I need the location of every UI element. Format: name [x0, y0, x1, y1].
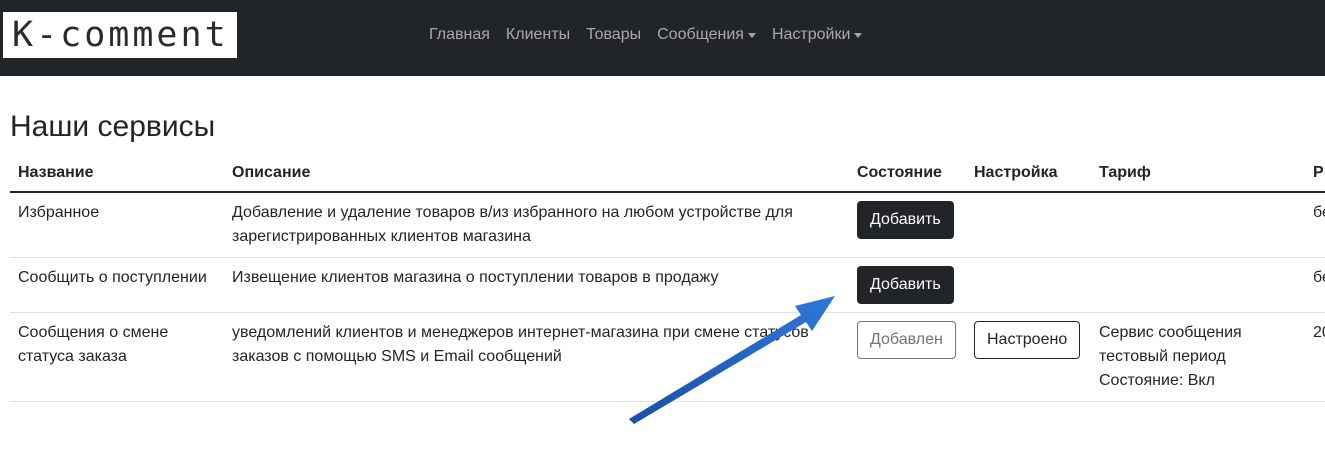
configured-button[interactable]: Настроено [974, 321, 1081, 359]
tariff-line: тестовый период [1099, 348, 1226, 365]
top-navbar: K-comment Главная Клиенты Товары Сообщен… [0, 0, 1325, 76]
column-header-status: Состояние [849, 154, 966, 193]
service-extra-cell: 20 [1305, 312, 1325, 402]
column-header-tariff: Тариф [1091, 154, 1305, 193]
brand-logo[interactable]: K-comment [3, 12, 237, 58]
page-title: Наши сервисы [10, 110, 216, 143]
column-header-extra: Р [1305, 154, 1325, 193]
service-name: Избранное [10, 192, 224, 258]
add-service-button[interactable]: Добавить [857, 201, 954, 239]
service-status-cell: Добавить [849, 192, 966, 258]
service-settings-cell: Настроено [966, 312, 1091, 402]
service-settings-cell [966, 257, 1091, 313]
service-description: Извещение клиентов магазина о поступлени… [224, 257, 849, 313]
chevron-down-icon [854, 32, 863, 38]
nav-item-messages[interactable]: Сообщения [649, 26, 764, 44]
service-name: Сообщить о поступлении [10, 257, 224, 313]
service-status-cell: Добавить [849, 257, 966, 313]
service-settings-cell [966, 192, 1091, 258]
nav-item-clients[interactable]: Клиенты [498, 26, 578, 44]
add-service-button[interactable]: Добавить [857, 266, 954, 304]
nav-item-products[interactable]: Товары [578, 26, 649, 44]
tariff-line: Сервис сообщения [1099, 324, 1242, 341]
table-row: Сообщения о смене статуса заказа уведомл… [10, 312, 1325, 402]
column-header-name: Название [10, 154, 224, 193]
nav-item-home[interactable]: Главная [421, 26, 498, 44]
service-extra-cell: бе [1305, 192, 1325, 258]
table-row: Избранное Добавление и удаление товаров … [10, 192, 1325, 258]
service-tariff-cell: Сервис сообщения тестовый период Состоян… [1091, 312, 1305, 402]
table-header-row: Название Описание Состояние Настройка Та… [10, 154, 1325, 193]
service-tariff-cell [1091, 257, 1305, 313]
added-service-button[interactable]: Добавлен [857, 321, 956, 359]
nav-item-settings[interactable]: Настройки [764, 26, 870, 44]
chevron-down-icon [747, 32, 756, 38]
service-extra-cell: бе [1305, 257, 1325, 313]
services-table: Название Описание Состояние Настройка Та… [10, 154, 1325, 402]
tariff-line: Состояние: Вкл [1099, 372, 1215, 389]
table-row: Сообщить о поступлении Извещение клиенто… [10, 257, 1325, 313]
service-status-cell: Добавлен [849, 312, 966, 402]
service-description: уведомлений клиентов и менеджеров интерн… [224, 312, 849, 402]
column-header-description: Описание [224, 154, 849, 193]
service-tariff-cell [1091, 192, 1305, 258]
services-table-wrapper: Название Описание Состояние Настройка Та… [10, 154, 1325, 402]
main-nav: Главная Клиенты Товары Сообщения Настрой… [421, 0, 870, 70]
column-header-settings: Настройка [966, 154, 1091, 193]
service-name: Сообщения о смене статуса заказа [10, 312, 224, 402]
service-description: Добавление и удаление товаров в/из избра… [224, 192, 849, 258]
